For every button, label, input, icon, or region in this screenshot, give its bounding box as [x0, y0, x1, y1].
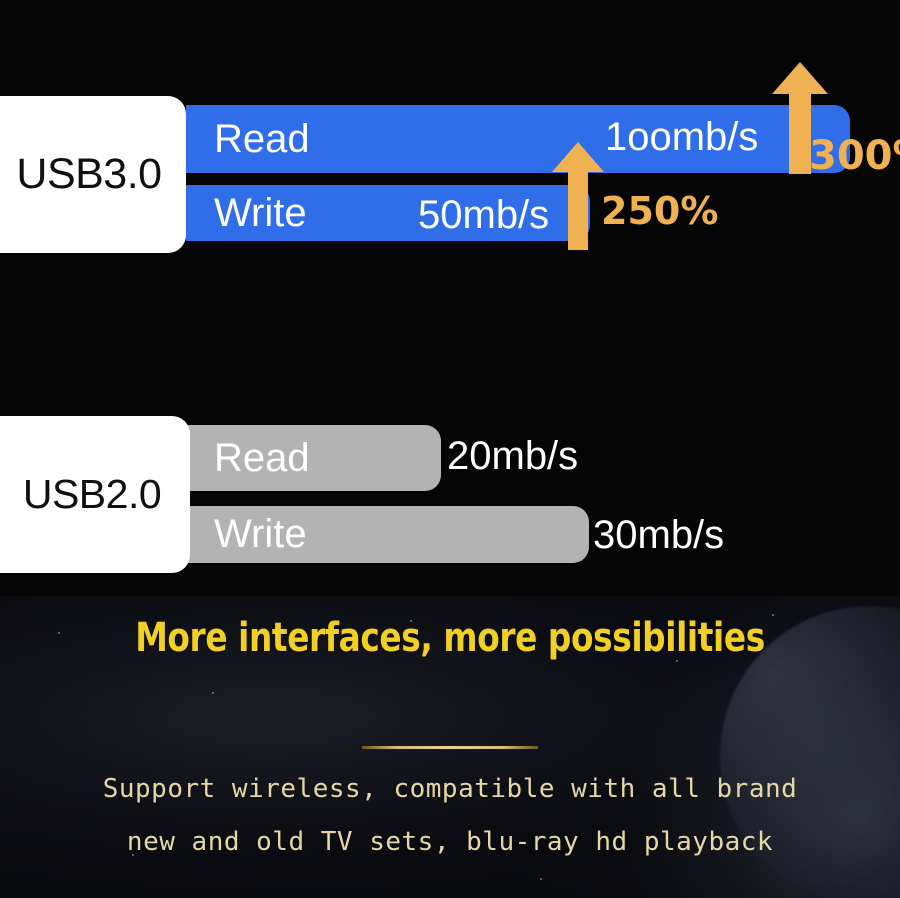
- usb2-spec-label: USB2.0: [0, 416, 190, 573]
- usb3-write-bar-label: Write: [214, 190, 307, 235]
- usb3-write-boost-badge: 250%: [601, 189, 719, 233]
- usb3-read-boost-badge: 300%: [809, 133, 900, 179]
- arrow-up-icon: [552, 142, 604, 250]
- usb2-read-bar: Read: [188, 425, 441, 491]
- star-speck: [212, 692, 214, 694]
- usb3-spec-label-text: USB3.0: [16, 150, 162, 198]
- usb3-write-value: 50mb/s: [418, 193, 550, 237]
- usb2-write-bar: Write: [188, 506, 589, 563]
- star-speck: [540, 878, 542, 880]
- promo-banner: More interfaces, more possibilities Supp…: [0, 596, 900, 898]
- speed-comparison-chart: USB3.0 Read 1oomb/s Write 50mb/s 300% 25…: [0, 0, 900, 596]
- promo-subtext-line-1: Support wireless, compatible with all br…: [102, 774, 798, 804]
- star-speck: [58, 632, 60, 634]
- usb2-write-value: 30mb/s: [593, 513, 725, 557]
- usb2-read-value: 20mb/s: [447, 434, 579, 478]
- promo-subtext-line-2: new and old TV sets, blu-ray hd playback: [126, 827, 774, 857]
- usb3-read-value: 1oomb/s: [605, 115, 759, 159]
- usb2-read-bar-label: Read: [214, 435, 310, 480]
- promo-headline: More interfaces, more possibilities: [135, 615, 765, 661]
- product-infographic: USB3.0 Read 1oomb/s Write 50mb/s 300% 25…: [0, 0, 900, 898]
- usb2-write-bar-label: Write: [214, 512, 307, 556]
- usb3-spec-label: USB3.0: [0, 96, 186, 253]
- gold-divider: [362, 746, 538, 749]
- usb2-spec-label-text: USB2.0: [22, 471, 162, 517]
- usb3-read-bar-label: Read: [214, 116, 310, 161]
